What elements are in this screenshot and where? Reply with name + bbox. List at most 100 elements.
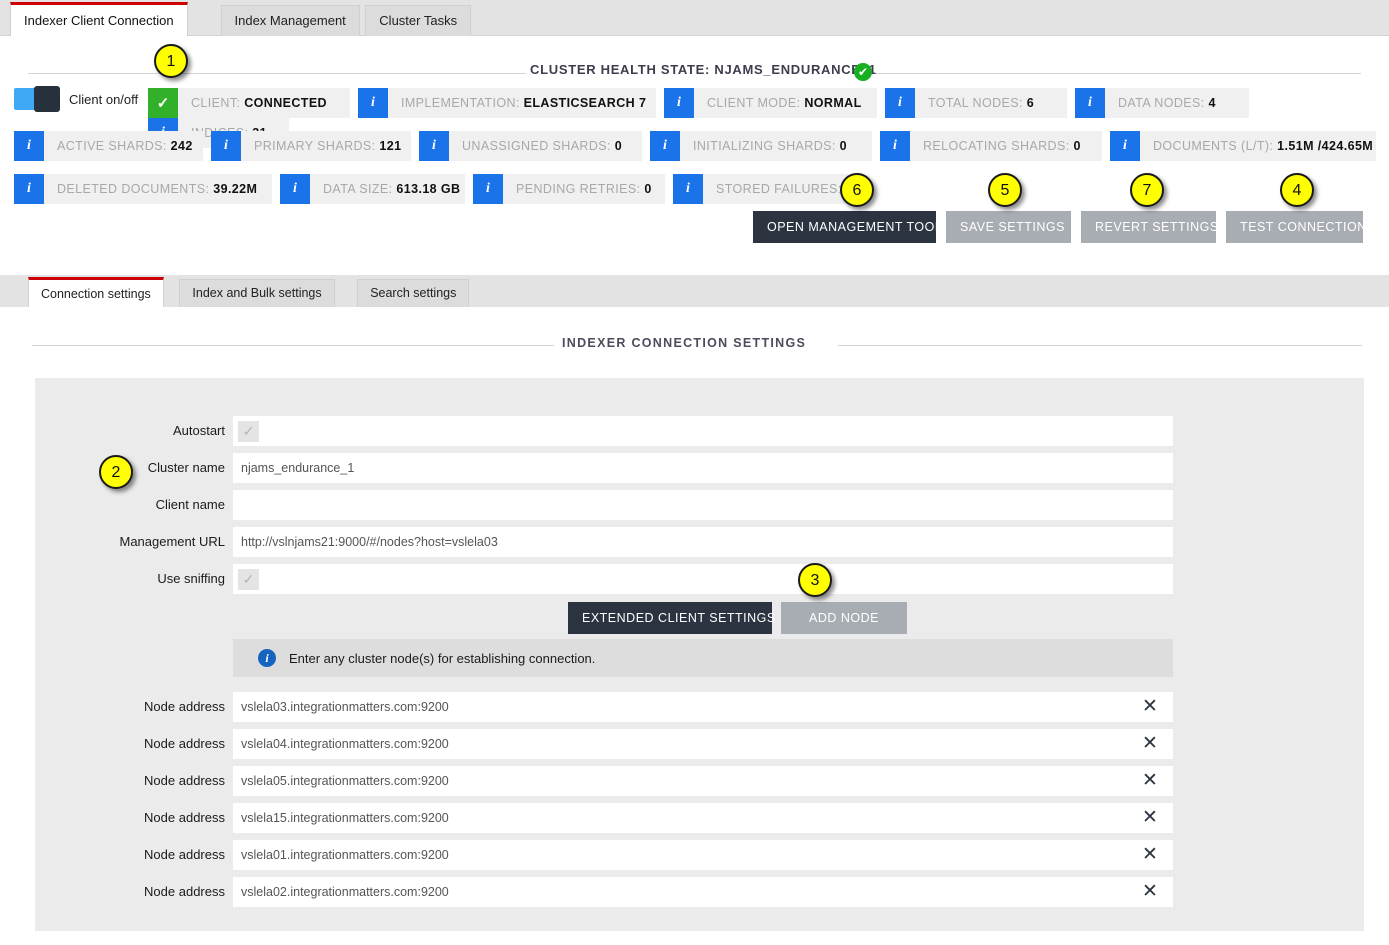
client-onoff-toggle-group[interactable]: Client on/off	[14, 86, 138, 112]
status-chip-value: 242	[170, 139, 193, 153]
node-address-row: Node address vslela05.integrationmatters.…	[35, 766, 1173, 796]
save-settings-button[interactable]: SAVE SETTINGS	[946, 211, 1071, 243]
status-chip-documents-l-t: i DOCUMENTS (L/T): 1.51M /424.65M	[1110, 131, 1376, 161]
callout-badge-4: 4	[1280, 173, 1314, 207]
info-icon[interactable]: i	[473, 174, 503, 204]
status-chip-text: DOCUMENTS (L/T): 1.51M /424.65M	[1140, 139, 1387, 153]
status-chip-text: TOTAL NODES: 6	[915, 96, 1048, 110]
status-chip-primary-shards: i PRIMARY SHARDS: 121	[211, 131, 411, 161]
tab-cluster-tasks[interactable]: Cluster Tasks	[365, 5, 472, 36]
callout-badge-1: 1	[154, 44, 188, 78]
node-address-input[interactable]: vslela02.integrationmatters.com:9200 ✕	[233, 877, 1173, 907]
revert-settings-button[interactable]: REVERT SETTINGS	[1081, 211, 1218, 243]
form-label: Autostart	[172, 423, 225, 438]
status-chip-unassigned-shards: i UNASSIGNED SHARDS: 0	[419, 131, 642, 161]
add-node-button[interactable]: ADD NODE	[781, 602, 907, 634]
info-icon[interactable]: i	[14, 174, 44, 204]
subtab-connection-settings[interactable]: Connection settings	[28, 277, 164, 307]
info-icon[interactable]: i	[14, 131, 44, 161]
node-address-input[interactable]: vslela03.integrationmatters.com:9200 ✕	[233, 692, 1173, 722]
info-icon[interactable]: i	[650, 131, 680, 161]
status-chip-row-2: i ACTIVE SHARDS: 242 i PRIMARY SHARDS: 121 i…	[14, 131, 1384, 161]
info-icon[interactable]: i	[880, 131, 910, 161]
checkbox-container[interactable]: ✓	[233, 564, 1173, 594]
info-icon[interactable]: i	[280, 174, 310, 204]
callout-badge-6: 6	[840, 173, 874, 207]
form-row-client-name: Client name	[35, 490, 1173, 520]
node-address-label: Node address	[144, 773, 225, 788]
node-address-label: Node address	[144, 810, 225, 825]
node-address-label: Node address	[144, 736, 225, 751]
text-input-cluster-name[interactable]: njams_endurance_1	[233, 453, 1173, 483]
main-tab-strip: Indexer Client Connection Index Managemen…	[0, 0, 1389, 36]
subtab-search-settings[interactable]: Search settings	[357, 279, 470, 307]
node-address-value: vslela15.integrationmatters.com:9200	[241, 811, 449, 825]
info-icon[interactable]: i	[1075, 88, 1105, 118]
info-icon[interactable]: i	[419, 131, 449, 161]
info-icon[interactable]: i	[664, 88, 694, 118]
close-icon[interactable]: ✕	[1139, 733, 1161, 755]
form-row-use-sniffing: Use sniffing ✓	[35, 564, 1173, 594]
text-input-management-url[interactable]: http://vslnjams21:9000/#/nodes?host=vsle…	[233, 527, 1173, 557]
client-onoff-toggle[interactable]	[14, 86, 60, 112]
info-circle-icon: i	[258, 649, 276, 667]
close-icon[interactable]: ✕	[1139, 696, 1161, 718]
close-icon[interactable]: ✕	[1139, 770, 1161, 792]
status-chip-label: IMPLEMENTATION:	[401, 96, 520, 110]
checkbox-container[interactable]: ✓	[233, 416, 1173, 446]
form-row-autostart: Autostart ✓	[35, 416, 1173, 446]
status-chip-label: ACTIVE SHARDS:	[57, 139, 167, 153]
info-icon[interactable]: i	[673, 174, 703, 204]
close-icon[interactable]: ✕	[1139, 807, 1161, 829]
info-icon[interactable]: i	[885, 88, 915, 118]
node-address-input[interactable]: vslela15.integrationmatters.com:9200 ✕	[233, 803, 1173, 833]
status-chip-value: 0	[644, 182, 652, 196]
toggle-knob	[34, 86, 60, 112]
close-icon[interactable]: ✕	[1139, 881, 1161, 903]
cluster-health-header: CLUSTER HEALTH STATE: NJAMS_ENDURANCE_1 …	[28, 62, 1361, 84]
status-chip-value: CONNECTED	[244, 96, 327, 110]
info-icon[interactable]: i	[358, 88, 388, 118]
status-chip-active-shards: i ACTIVE SHARDS: 242	[14, 131, 203, 161]
node-address-value: vslela02.integrationmatters.com:9200	[241, 885, 449, 899]
info-icon[interactable]: i	[1110, 131, 1140, 161]
app-window: Indexer Client Connection Index Managemen…	[0, 0, 1389, 945]
input-value: http://vslnjams21:9000/#/nodes?host=vsle…	[241, 535, 498, 549]
check-icon[interactable]: ✓	[148, 88, 178, 118]
status-chip-text: DELETED DOCUMENTS: 39.22M	[44, 182, 271, 196]
status-chip-value: 4	[1208, 96, 1216, 110]
node-address-row: Node address vslela03.integrationmatters.…	[35, 692, 1173, 722]
subtab-index-and-bulk-settings[interactable]: Index and Bulk settings	[179, 279, 335, 307]
node-address-input[interactable]: vslela01.integrationmatters.com:9200 ✕	[233, 840, 1173, 870]
status-chip-stored-failures: i STORED FAILURES:	[673, 174, 863, 204]
open-management-tool-button[interactable]: OPEN MANAGEMENT TOOL	[753, 211, 942, 243]
node-address-value: vslela01.integrationmatters.com:9200	[241, 848, 449, 862]
node-address-row: Node address vslela15.integrationmatters.…	[35, 803, 1173, 833]
node-address-input[interactable]: vslela04.integrationmatters.com:9200 ✕	[233, 729, 1173, 759]
status-chip-initializing-shards: i INITIALIZING SHARDS: 0	[650, 131, 872, 161]
extended-client-settings-button[interactable]: EXTENDED CLIENT SETTINGS	[568, 602, 775, 634]
connection-settings-panel: Autostart ✓ Cluster name njams_endurance_1 C…	[35, 378, 1364, 931]
form-label: Use sniffing	[157, 571, 225, 586]
tab-index-management[interactable]: Index Management	[220, 5, 360, 36]
checkbox-autostart[interactable]: ✓	[238, 420, 259, 442]
section-header: INDEXER CONNECTION SETTINGS	[32, 336, 1362, 354]
status-chip-value: 39.22M	[213, 182, 258, 196]
status-chip-text: RELOCATING SHARDS: 0	[910, 139, 1095, 153]
text-input-client-name[interactable]	[233, 490, 1173, 520]
node-address-input[interactable]: vslela05.integrationmatters.com:9200 ✕	[233, 766, 1173, 796]
info-icon[interactable]: i	[211, 131, 241, 161]
callout-badge-2: 2	[99, 455, 133, 489]
tab-indexer-client-connection[interactable]: Indexer Client Connection	[10, 2, 188, 36]
status-chip-client-mode: i CLIENT MODE: NORMAL	[664, 88, 877, 118]
settings-tab-strip: Connection settings Index and Bulk settin…	[0, 275, 1389, 307]
test-connection-button[interactable]: TEST CONNECTION	[1226, 211, 1366, 243]
status-chip-value: 0	[1073, 139, 1081, 153]
status-chip-text: PENDING RETRIES: 0	[503, 182, 666, 196]
status-chip-label: CLIENT:	[191, 96, 241, 110]
checkbox-use-sniffing[interactable]: ✓	[238, 568, 259, 590]
callout-badge-5: 5	[988, 173, 1022, 207]
node-address-value: vslela03.integrationmatters.com:9200	[241, 700, 449, 714]
close-icon[interactable]: ✕	[1139, 844, 1161, 866]
status-chip-text: CLIENT MODE: NORMAL	[694, 96, 876, 110]
